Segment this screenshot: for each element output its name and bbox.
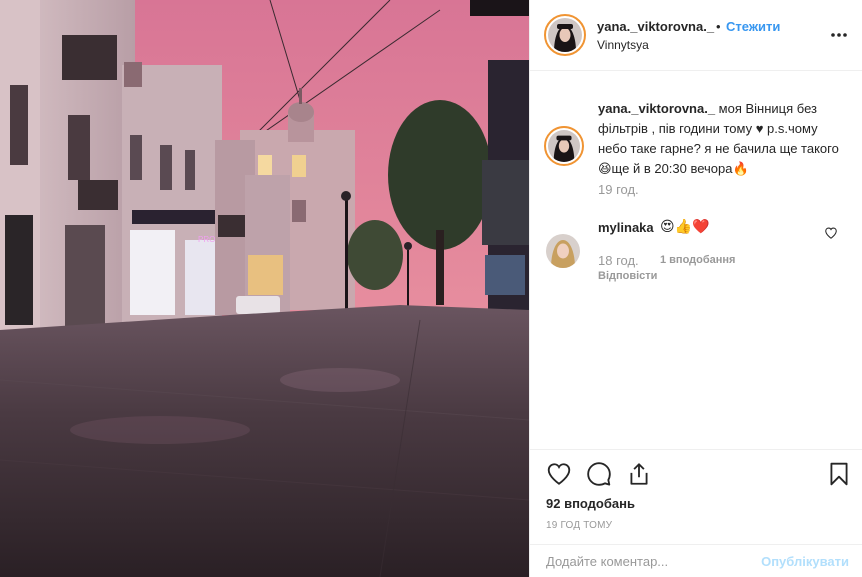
comment-text: 😍👍❤️	[660, 218, 710, 234]
likes-count[interactable]: 92 вподобань	[546, 496, 635, 511]
author-avatar[interactable]	[544, 14, 586, 56]
separator-dot: •	[716, 19, 721, 34]
reply-button[interactable]: Відповісти	[598, 270, 657, 282]
bookmark-icon[interactable]	[826, 461, 852, 487]
post-photo[interactable]: PROSTOR	[0, 0, 529, 577]
caption-text: yana._viktorovna._ моя Вінниця без фільт…	[598, 99, 848, 179]
avatar-image	[546, 234, 580, 268]
comment-input[interactable]	[546, 554, 746, 569]
add-comment-row: Опублікувати	[530, 544, 862, 577]
comment-icon[interactable]	[586, 461, 612, 487]
heart-icon[interactable]	[546, 461, 572, 487]
post-header: yana._viktorovna._ • Стежити Vinnytsya	[530, 0, 862, 71]
author-username[interactable]: yana._viktorovna._	[597, 19, 714, 34]
comment-heart-icon[interactable]	[824, 226, 838, 240]
avatar-image	[548, 130, 580, 162]
post-timestamp[interactable]: 19 ГОД ТОМУ	[546, 520, 612, 531]
avatar-image	[548, 18, 582, 52]
post-comment-button[interactable]: Опублікувати	[761, 554, 849, 569]
post-location[interactable]: Vinnytsya	[597, 38, 649, 52]
comment-likes[interactable]: 1 вподобання	[660, 254, 735, 266]
caption-avatar[interactable]	[544, 126, 584, 166]
post-details-panel: yana._viktorovna._ • Стежити Vinnytsya y…	[529, 0, 862, 577]
follow-button[interactable]: Стежити	[726, 19, 780, 34]
commenter-username[interactable]: mylinaka	[598, 220, 654, 235]
street-photo-image: PROSTOR	[0, 0, 529, 577]
more-options-icon[interactable]	[829, 25, 849, 45]
comment-timestamp[interactable]: 18 год.	[598, 253, 639, 268]
caption-username[interactable]: yana._viktorovna._	[598, 101, 715, 116]
caption-timestamp[interactable]: 19 год.	[598, 182, 639, 197]
share-icon[interactable]	[626, 461, 652, 487]
commenter-avatar[interactable]	[546, 234, 580, 268]
